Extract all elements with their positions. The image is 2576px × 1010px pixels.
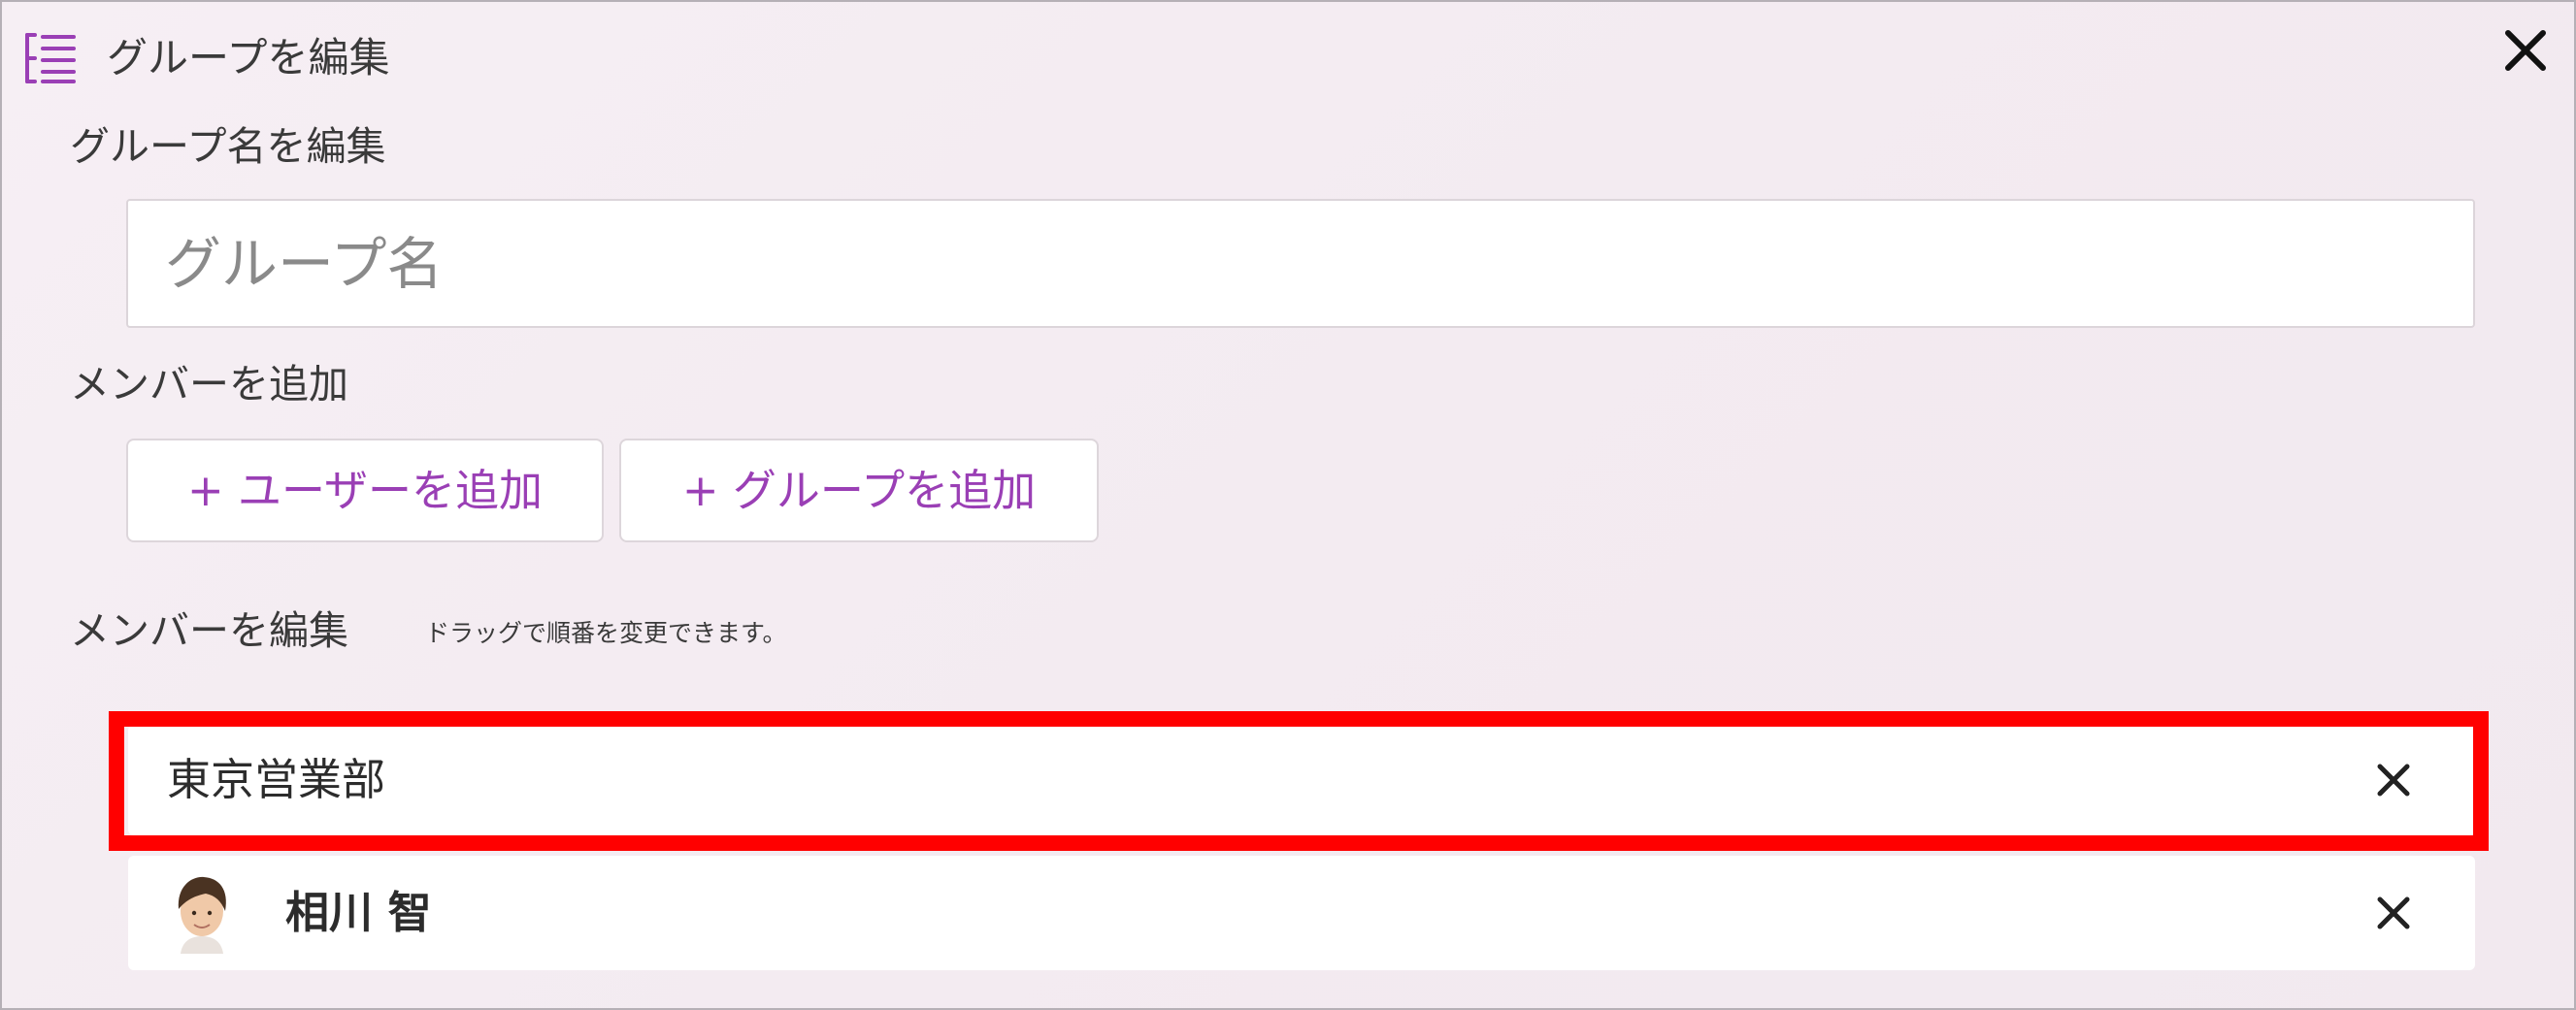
add-user-button[interactable]: + ユーザーを追加 bbox=[126, 439, 604, 542]
remove-member-icon[interactable] bbox=[2372, 759, 2415, 801]
dialog-title: グループを編集 bbox=[107, 34, 390, 81]
member-group-name: 東京営業部 bbox=[167, 754, 386, 805]
add-members-label: メンバーを追加 bbox=[70, 361, 348, 407]
user-avatar bbox=[167, 872, 237, 954]
member-row-group[interactable]: 東京営業部 bbox=[128, 725, 2475, 835]
remove-member-icon[interactable] bbox=[2372, 892, 2415, 934]
close-icon[interactable] bbox=[2498, 23, 2553, 78]
edit-group-dialog: グループを編集 グループ名を編集 メンバーを追加 + ユーザーを追加 + グルー… bbox=[0, 0, 2576, 1010]
member-row-user[interactable]: 相川 智 bbox=[128, 856, 2475, 970]
add-group-button[interactable]: + グループを追加 bbox=[619, 439, 1099, 542]
group-name-label: グループ名を編集 bbox=[70, 123, 386, 170]
list-tree-icon bbox=[25, 33, 76, 83]
member-user-name: 相川 智 bbox=[285, 887, 432, 938]
edit-members-label: メンバーを編集 bbox=[70, 607, 348, 654]
group-name-input[interactable] bbox=[126, 199, 2475, 328]
drag-hint: ドラッグで順番を変更できます。 bbox=[425, 619, 787, 647]
